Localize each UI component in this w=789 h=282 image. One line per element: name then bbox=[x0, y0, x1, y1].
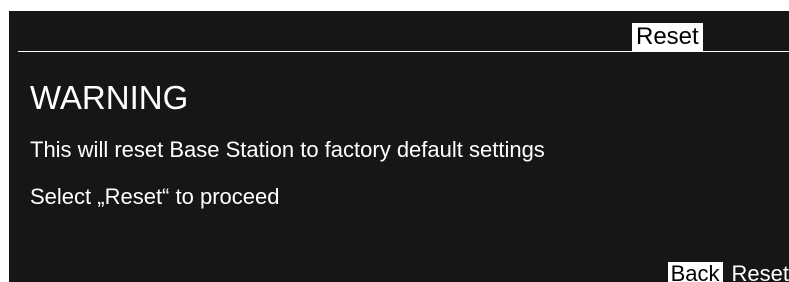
softkey-bar: Back Reset bbox=[667, 262, 789, 282]
device-screen: Reset WARNING This will reset Base Stati… bbox=[9, 11, 789, 282]
screen-title: Reset bbox=[632, 23, 703, 51]
warning-message: This will reset Base Station to factory … bbox=[30, 137, 545, 162]
header-divider bbox=[18, 51, 789, 52]
reset-softkey[interactable]: Reset bbox=[729, 262, 789, 282]
warning-heading: WARNING bbox=[30, 79, 189, 116]
back-softkey[interactable]: Back bbox=[667, 262, 723, 282]
proceed-instruction: Select „Reset“ to proceed bbox=[30, 184, 280, 209]
